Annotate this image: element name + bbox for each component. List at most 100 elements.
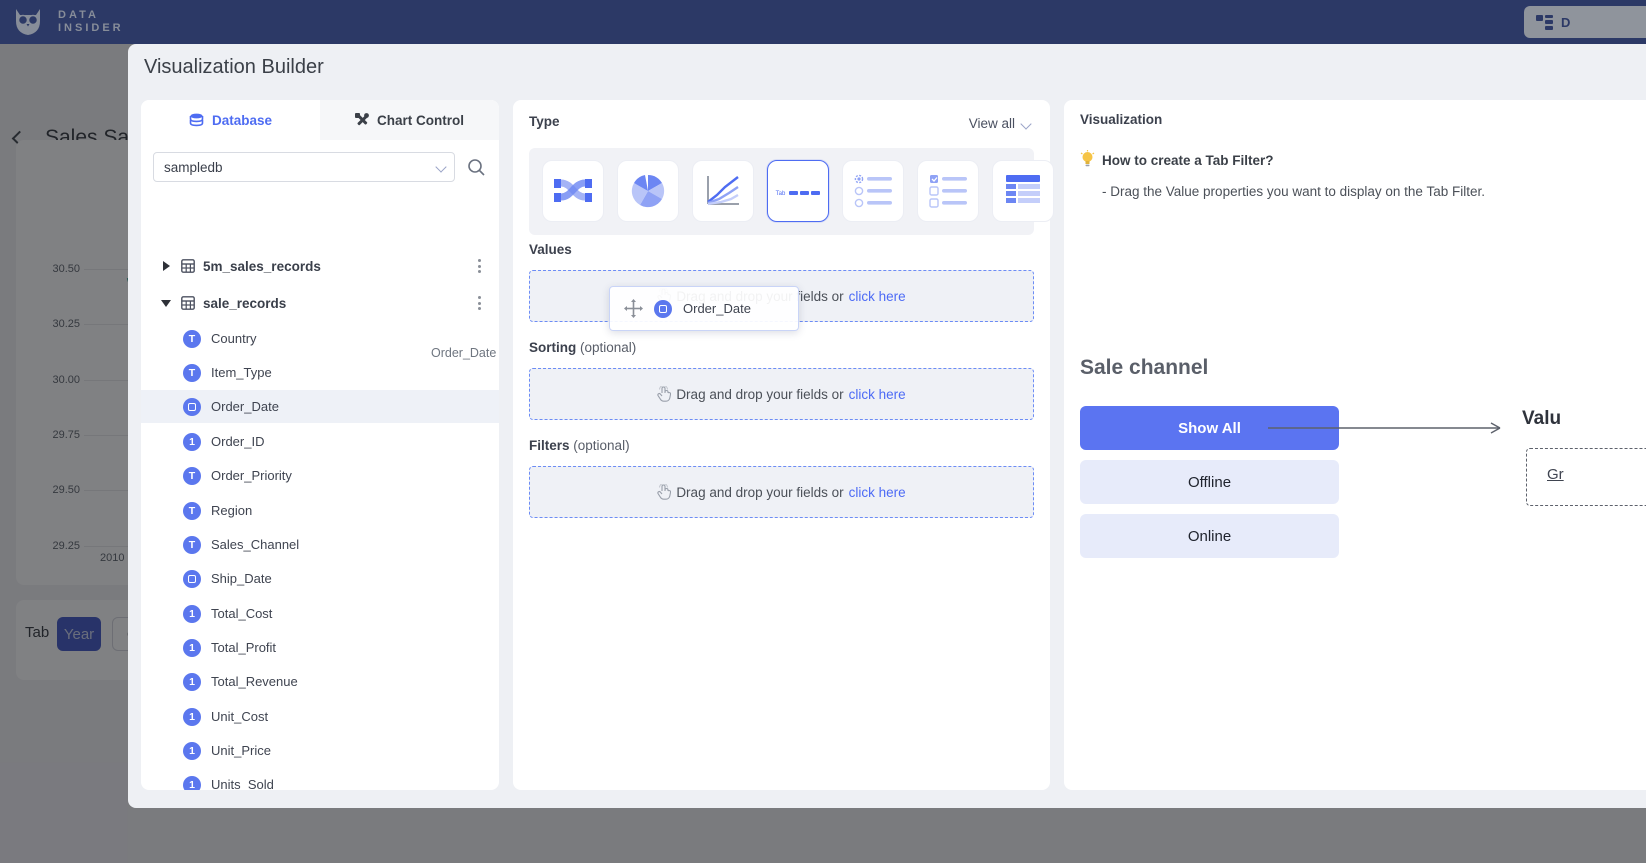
tab-filter-icon: Tab bbox=[776, 182, 821, 200]
text-type-icon: T bbox=[183, 536, 201, 554]
tip-title: How to create a Tab Filter? bbox=[1102, 153, 1274, 168]
builder-panel: Type View all bbox=[513, 100, 1050, 790]
field-row-unit-price[interactable]: 1 Unit_Price bbox=[141, 734, 499, 767]
checkbox-list-icon bbox=[929, 174, 967, 208]
field-label: Order_ID bbox=[211, 434, 264, 449]
collapse-arrow-icon[interactable] bbox=[161, 300, 171, 307]
field-label: Region bbox=[211, 503, 252, 518]
annotation-group-link[interactable]: Gr bbox=[1547, 466, 1564, 483]
visualization-builder-modal: Visualization Builder Database Chart Co bbox=[128, 44, 1646, 808]
line-chart-icon bbox=[705, 175, 741, 207]
table-row-5m-sales-records[interactable]: 5m_sales_records bbox=[141, 250, 499, 282]
database-icon bbox=[189, 113, 204, 128]
field-label: Unit_Price bbox=[211, 743, 271, 758]
field-row-order-date[interactable]: Order_Date bbox=[141, 390, 499, 423]
dashboard-button[interactable]: D bbox=[1524, 6, 1646, 38]
field-row-order-priority[interactable]: T Order_Priority bbox=[141, 459, 499, 492]
field-row-item-type[interactable]: T Item_Type bbox=[141, 356, 499, 389]
values-section-label: Values bbox=[529, 242, 572, 257]
number-type-icon: 1 bbox=[183, 776, 201, 791]
sorting-dropzone[interactable]: Drag and drop your fields or click here bbox=[529, 368, 1034, 420]
text-type-icon: T bbox=[183, 364, 201, 382]
search-icon[interactable] bbox=[467, 158, 486, 177]
brand-line-2: INSIDER bbox=[58, 22, 124, 35]
field-row-total-cost[interactable]: 1 Total_Cost bbox=[141, 597, 499, 630]
field-row-region[interactable]: T Region bbox=[141, 494, 499, 527]
field-label: Order_Priority bbox=[211, 468, 292, 483]
view-all-button[interactable]: View all bbox=[969, 116, 1030, 131]
chart-type-table[interactable] bbox=[992, 160, 1054, 222]
date-type-icon bbox=[183, 398, 201, 416]
field-label: Item_Type bbox=[211, 365, 272, 380]
field-row-units-sold[interactable]: 1 Units_Sold bbox=[141, 768, 499, 790]
tab-chart-control-label: Chart Control bbox=[377, 113, 464, 128]
field-label: Total_Profit bbox=[211, 640, 276, 655]
pie-icon bbox=[631, 174, 665, 208]
drag-origin-ghost-label: Order_Date bbox=[431, 346, 496, 360]
field-label: Order_Date bbox=[211, 399, 279, 414]
drag-chip-label: Order_Date bbox=[683, 301, 751, 316]
chevron-down-icon[interactable] bbox=[437, 163, 445, 171]
kebab-menu-icon[interactable] bbox=[478, 296, 481, 310]
chart-type-checkbox-list[interactable] bbox=[917, 160, 979, 222]
view-all-label: View all bbox=[969, 116, 1015, 131]
number-type-icon: 1 bbox=[183, 639, 201, 657]
table-row-sale-records[interactable]: sale_records bbox=[141, 287, 499, 319]
number-type-icon: 1 bbox=[183, 708, 201, 726]
annotation-arrow bbox=[1268, 418, 1508, 438]
visualization-header: Visualization bbox=[1080, 112, 1162, 127]
screen: Sales Sa 30.50 30.25 30.00 29.75 29.50 2… bbox=[0, 0, 1646, 863]
number-type-icon: 1 bbox=[183, 673, 201, 691]
sorting-section-label: Sorting (optional) bbox=[529, 340, 636, 355]
sankey-icon bbox=[554, 176, 592, 206]
expand-arrow-icon[interactable] bbox=[163, 261, 170, 271]
filters-label: Filters bbox=[529, 438, 570, 453]
field-label: Total_Cost bbox=[211, 606, 272, 621]
online-button[interactable]: Online bbox=[1080, 514, 1339, 558]
tip-body: - Drag the Value properties you want to … bbox=[1102, 184, 1485, 199]
chart-type-pie[interactable] bbox=[617, 160, 679, 222]
chart-type-sankey[interactable] bbox=[542, 160, 604, 222]
tab-chart-control[interactable]: Chart Control bbox=[320, 100, 499, 140]
tab-database[interactable]: Database bbox=[141, 100, 320, 140]
kebab-menu-icon[interactable] bbox=[478, 259, 481, 273]
brand-line-1: DATA bbox=[58, 9, 124, 22]
dropzone-click-here-link[interactable]: click here bbox=[849, 387, 906, 402]
field-label: Units_Sold bbox=[211, 777, 274, 790]
field-row-total-profit[interactable]: 1 Total_Profit bbox=[141, 631, 499, 664]
tab-database-label: Database bbox=[212, 113, 272, 128]
drag-hand-icon bbox=[657, 386, 671, 402]
filters-dropzone[interactable]: Drag and drop your fields or click here bbox=[529, 466, 1034, 518]
table-icon bbox=[181, 259, 195, 273]
number-type-icon: 1 bbox=[183, 605, 201, 623]
brand-name: DATA INSIDER bbox=[58, 9, 124, 35]
dropzone-text: Drag and drop your fields or bbox=[676, 485, 843, 500]
database-select-input[interactable] bbox=[153, 152, 455, 182]
field-row-ship-date[interactable]: Ship_Date bbox=[141, 562, 499, 595]
dropzone-click-here-link[interactable]: click here bbox=[849, 289, 906, 304]
chevron-down-icon bbox=[1020, 118, 1031, 129]
chart-type-line[interactable] bbox=[692, 160, 754, 222]
date-type-icon bbox=[183, 570, 201, 588]
field-row-total-revenue[interactable]: 1 Total_Revenue bbox=[141, 665, 499, 698]
radio-list-icon bbox=[854, 174, 892, 208]
filters-section-label: Filters (optional) bbox=[529, 438, 630, 453]
text-type-icon: T bbox=[183, 467, 201, 485]
offline-button[interactable]: Offline bbox=[1080, 460, 1339, 504]
dashboard-button-label: D bbox=[1561, 15, 1570, 30]
drag-ghost-chip[interactable]: Order_Date bbox=[609, 286, 799, 331]
lightbulb-icon bbox=[1080, 150, 1095, 168]
owl-logo-icon bbox=[12, 7, 44, 37]
chart-type-radio-list[interactable] bbox=[842, 160, 904, 222]
tab-filter-icon-label: Tab bbox=[776, 191, 786, 197]
optional-suffix: (optional) bbox=[573, 438, 629, 453]
dropzone-click-here-link[interactable]: click here bbox=[849, 485, 906, 500]
field-row-sales-channel[interactable]: T Sales_Channel bbox=[141, 528, 499, 561]
table-name: 5m_sales_records bbox=[203, 259, 321, 274]
chart-type-tab-filter[interactable]: Tab bbox=[767, 160, 829, 222]
field-row-order-id[interactable]: 1 Order_ID bbox=[141, 425, 499, 458]
field-row-unit-cost[interactable]: 1 Unit_Cost bbox=[141, 700, 499, 733]
tools-icon bbox=[355, 113, 369, 127]
number-type-icon: 1 bbox=[183, 742, 201, 760]
type-section-label: Type bbox=[529, 114, 560, 129]
